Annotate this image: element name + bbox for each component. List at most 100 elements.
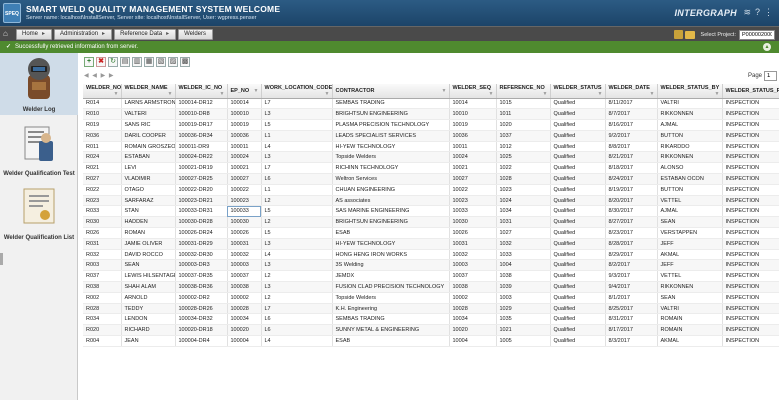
table-cell[interactable]: 8/2/2017 <box>605 259 658 272</box>
table-cell[interactable]: RICHARD <box>121 324 176 337</box>
table-cell[interactable]: 100019 <box>227 119 262 131</box>
table-cell[interactable]: SEAN <box>657 216 723 229</box>
table-cell[interactable]: VERSTAPPEN <box>657 227 723 239</box>
table-cell[interactable]: L7 <box>261 162 333 175</box>
table-cell[interactable]: DARIL COOPER <box>121 130 176 142</box>
table-cell[interactable]: 100014 <box>227 98 262 110</box>
table-cell[interactable]: Qualified <box>550 216 606 229</box>
table-cell[interactable]: AKMAL <box>657 335 723 347</box>
table-cell[interactable]: BUTTON <box>657 130 723 142</box>
table-cell[interactable]: Topside Welders <box>332 292 450 304</box>
table-cell[interactable]: SEMBAS TRADING <box>332 98 450 110</box>
table-cell[interactable]: 100034 <box>227 313 262 326</box>
table-cell[interactable]: HADDEN <box>121 216 176 229</box>
table-cell[interactable]: 10030 <box>449 216 497 229</box>
table-cell[interactable]: INSPECTION <box>722 130 779 142</box>
table-row[interactable]: R036 DARIL COOPER 100036-DR34 100036 L1 LEADS… <box>83 130 779 142</box>
table-cell[interactable]: Qualified <box>550 313 606 326</box>
export-icon[interactable]: ▧ <box>156 57 166 67</box>
table-cell[interactable]: JAMIE OLIVER <box>121 238 176 250</box>
table-cell[interactable]: R037 <box>83 270 122 283</box>
table-row[interactable]: R003 SEAN 100003-DR3 100003 L3 3S Welding 1000… <box>83 259 779 272</box>
table-cell[interactable]: 100010-DR8 <box>175 108 228 121</box>
table-cell[interactable]: 1035 <box>496 313 551 326</box>
home-icon[interactable]: ⌂ <box>3 30 12 38</box>
table-cell[interactable]: SUNNY METAL & ENGINEERING <box>332 324 450 337</box>
table-cell[interactable]: 8/31/2017 <box>605 313 658 326</box>
table-cell[interactable]: R033 <box>83 205 122 218</box>
table-cell[interactable]: LEWIS HILSENTAGER <box>121 270 176 283</box>
table-cell[interactable]: 10014 <box>449 98 497 110</box>
table-cell[interactable]: VETTEL <box>657 195 723 207</box>
table-cell[interactable]: RICHINN TECHNOLOGY <box>332 162 450 175</box>
table-cell[interactable]: 1012 <box>496 141 551 153</box>
table-cell[interactable]: INSPECTION <box>722 151 779 164</box>
table-cell[interactable]: L2 <box>261 216 333 229</box>
table-cell[interactable]: 100030-DR28 <box>175 216 228 229</box>
filter-icon[interactable]: ▼ <box>715 91 720 97</box>
table-cell[interactable]: 1004 <box>496 259 551 272</box>
table-cell[interactable]: SEAN <box>657 292 723 304</box>
refresh-icon[interactable]: ↻ <box>108 57 118 67</box>
report-icon[interactable]: ▨ <box>168 57 178 67</box>
table-cell[interactable]: 10031 <box>449 238 497 250</box>
table-cell[interactable]: 8/28/2017 <box>605 238 658 250</box>
table-cell[interactable]: 1028 <box>496 173 551 185</box>
table-cell[interactable]: BRIGHTSUN ENGINEERING <box>332 216 450 229</box>
table-cell[interactable]: 9/3/2017 <box>605 270 658 283</box>
table-cell[interactable]: 8/21/2017 <box>605 151 658 164</box>
table-cell[interactable]: ESTABAN <box>121 151 176 164</box>
column-header-work-location-code[interactable]: WORK_LOCATION_CODE ▼ <box>261 84 333 99</box>
table-cell[interactable]: RIKARDDO <box>657 141 723 153</box>
table-cell[interactable]: L4 <box>261 249 333 261</box>
table-cell[interactable]: 8/23/2017 <box>605 227 658 239</box>
table-cell[interactable]: 10028 <box>449 303 497 315</box>
table-cell[interactable]: R021 <box>83 162 122 175</box>
filter-icon[interactable]: ▼ <box>650 91 655 97</box>
table-cell[interactable]: 8/19/2017 <box>605 184 658 196</box>
table-cell[interactable]: Qualified <box>550 270 606 283</box>
pdf-icon[interactable]: ▩ <box>180 57 190 67</box>
breadcrumb-administration[interactable]: Administration ▸ <box>54 29 113 40</box>
table-cell[interactable]: 100004-DR4 <box>175 335 228 347</box>
document-icon[interactable]: ▥ <box>132 57 142 67</box>
table-cell[interactable]: 8/8/2017 <box>605 141 658 153</box>
table-cell[interactable]: INSPECTION <box>722 184 779 196</box>
table-cell[interactable]: Qualified <box>550 184 606 196</box>
table-cell[interactable]: 100026-DR24 <box>175 227 228 239</box>
table-cell[interactable]: 8/18/2017 <box>605 162 658 175</box>
table-cell[interactable]: 100021-DR19 <box>175 162 228 175</box>
table-cell[interactable]: 100036 <box>227 130 262 142</box>
table-cell[interactable]: L3 <box>261 238 333 250</box>
table-row[interactable]: R028 TEDDY 100028-DR26 100028 L7 K.H. Enginee… <box>83 303 779 315</box>
table-cell[interactable]: VETTEL <box>657 270 723 283</box>
table-cell[interactable]: LARNS ARMSTRONG <box>121 98 176 110</box>
table-cell[interactable]: Qualified <box>550 303 606 315</box>
table-cell[interactable]: INSPECTION <box>722 227 779 239</box>
table-cell[interactable]: 100024 <box>227 151 262 164</box>
table-cell[interactable]: BRIGHTSUN ENGINEERING <box>332 108 450 121</box>
column-header-welder-status-r[interactable]: WELDER_STATUS_R▼ <box>722 84 779 99</box>
folder-icon[interactable] <box>684 30 695 39</box>
table-cell[interactable]: SHAH ALAM <box>121 281 176 293</box>
table-row[interactable]: R002 ARNOLD 100002-DR2 100002 L2 Topside Weld… <box>83 292 779 304</box>
table-cell[interactable]: DAVID ROCCO <box>121 249 176 261</box>
table-cell[interactable]: 100038 <box>227 281 262 293</box>
table-row[interactable]: R024 ESTABAN 100024-DR22 100024 L3 Topside We… <box>83 151 779 164</box>
sidebar-item-welder-log[interactable]: Welder Log <box>0 53 78 115</box>
table-cell[interactable]: 100022-DR20 <box>175 184 228 196</box>
table-cell[interactable]: Qualified <box>550 162 606 175</box>
table-cell[interactable]: R003 <box>83 259 122 272</box>
column-header-welder-status[interactable]: WELDER_STATUS ▼ <box>550 84 606 99</box>
table-cell[interactable]: VALTRI <box>657 98 723 110</box>
table-cell[interactable]: 1003 <box>496 292 551 304</box>
table-cell[interactable]: R034 <box>83 313 122 326</box>
table-row[interactable]: R037LEWIS HILSENTAGER100037-DR35100037L2… <box>83 270 779 283</box>
table-cell[interactable]: Qualified <box>550 173 606 185</box>
table-cell[interactable]: INSPECTION <box>722 173 779 185</box>
table-cell[interactable]: 10037 <box>449 270 497 283</box>
table-cell[interactable]: 1011 <box>496 108 551 121</box>
table-cell[interactable]: TEDDY <box>121 303 176 315</box>
collapse-icon[interactable]: ▴ <box>763 43 771 51</box>
table-row[interactable]: R031 JAMIE OLIVER 100031-DR29 100031 L3 HI-YE… <box>83 238 779 250</box>
